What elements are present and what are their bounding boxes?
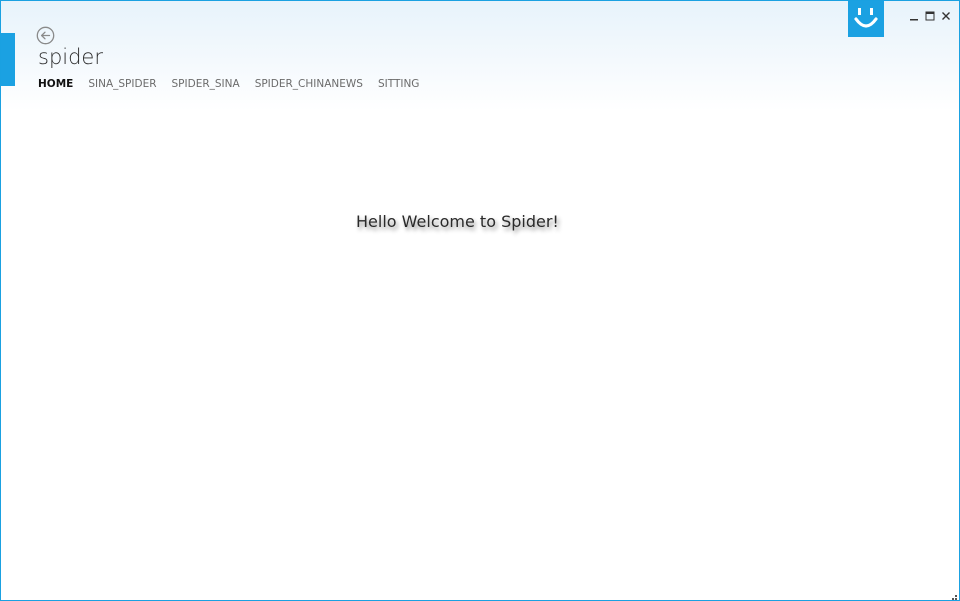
minimize-button[interactable] bbox=[909, 10, 919, 22]
close-button[interactable] bbox=[941, 10, 951, 22]
window-controls bbox=[909, 10, 951, 22]
welcome-message: Hello Welcome to Spider! bbox=[356, 212, 559, 231]
tab-home[interactable]: HOME bbox=[38, 78, 73, 90]
tab-spider-chinanews[interactable]: SPIDER_CHINANEWS bbox=[255, 78, 363, 90]
tab-spider-sina[interactable]: SPIDER_SINA bbox=[172, 78, 240, 90]
app-title: spider bbox=[38, 45, 103, 69]
app-window: spider HOME SINA_SPIDER SPIDER_SINA SPID… bbox=[0, 0, 960, 601]
minimize-icon bbox=[910, 19, 918, 21]
tab-bar: HOME SINA_SPIDER SPIDER_SINA SPIDER_CHIN… bbox=[38, 78, 419, 90]
close-icon bbox=[942, 12, 950, 20]
maximize-icon bbox=[925, 11, 935, 21]
tab-sina-spider[interactable]: SINA_SPIDER bbox=[88, 78, 156, 90]
resize-grip-icon[interactable] bbox=[948, 589, 958, 600]
back-button[interactable] bbox=[36, 26, 55, 45]
left-accent-bar bbox=[1, 33, 15, 86]
tab-sitting[interactable]: SITTING bbox=[378, 78, 420, 90]
back-arrow-icon bbox=[36, 26, 55, 45]
smiley-logo-icon bbox=[848, 1, 884, 37]
maximize-button[interactable] bbox=[925, 10, 935, 22]
